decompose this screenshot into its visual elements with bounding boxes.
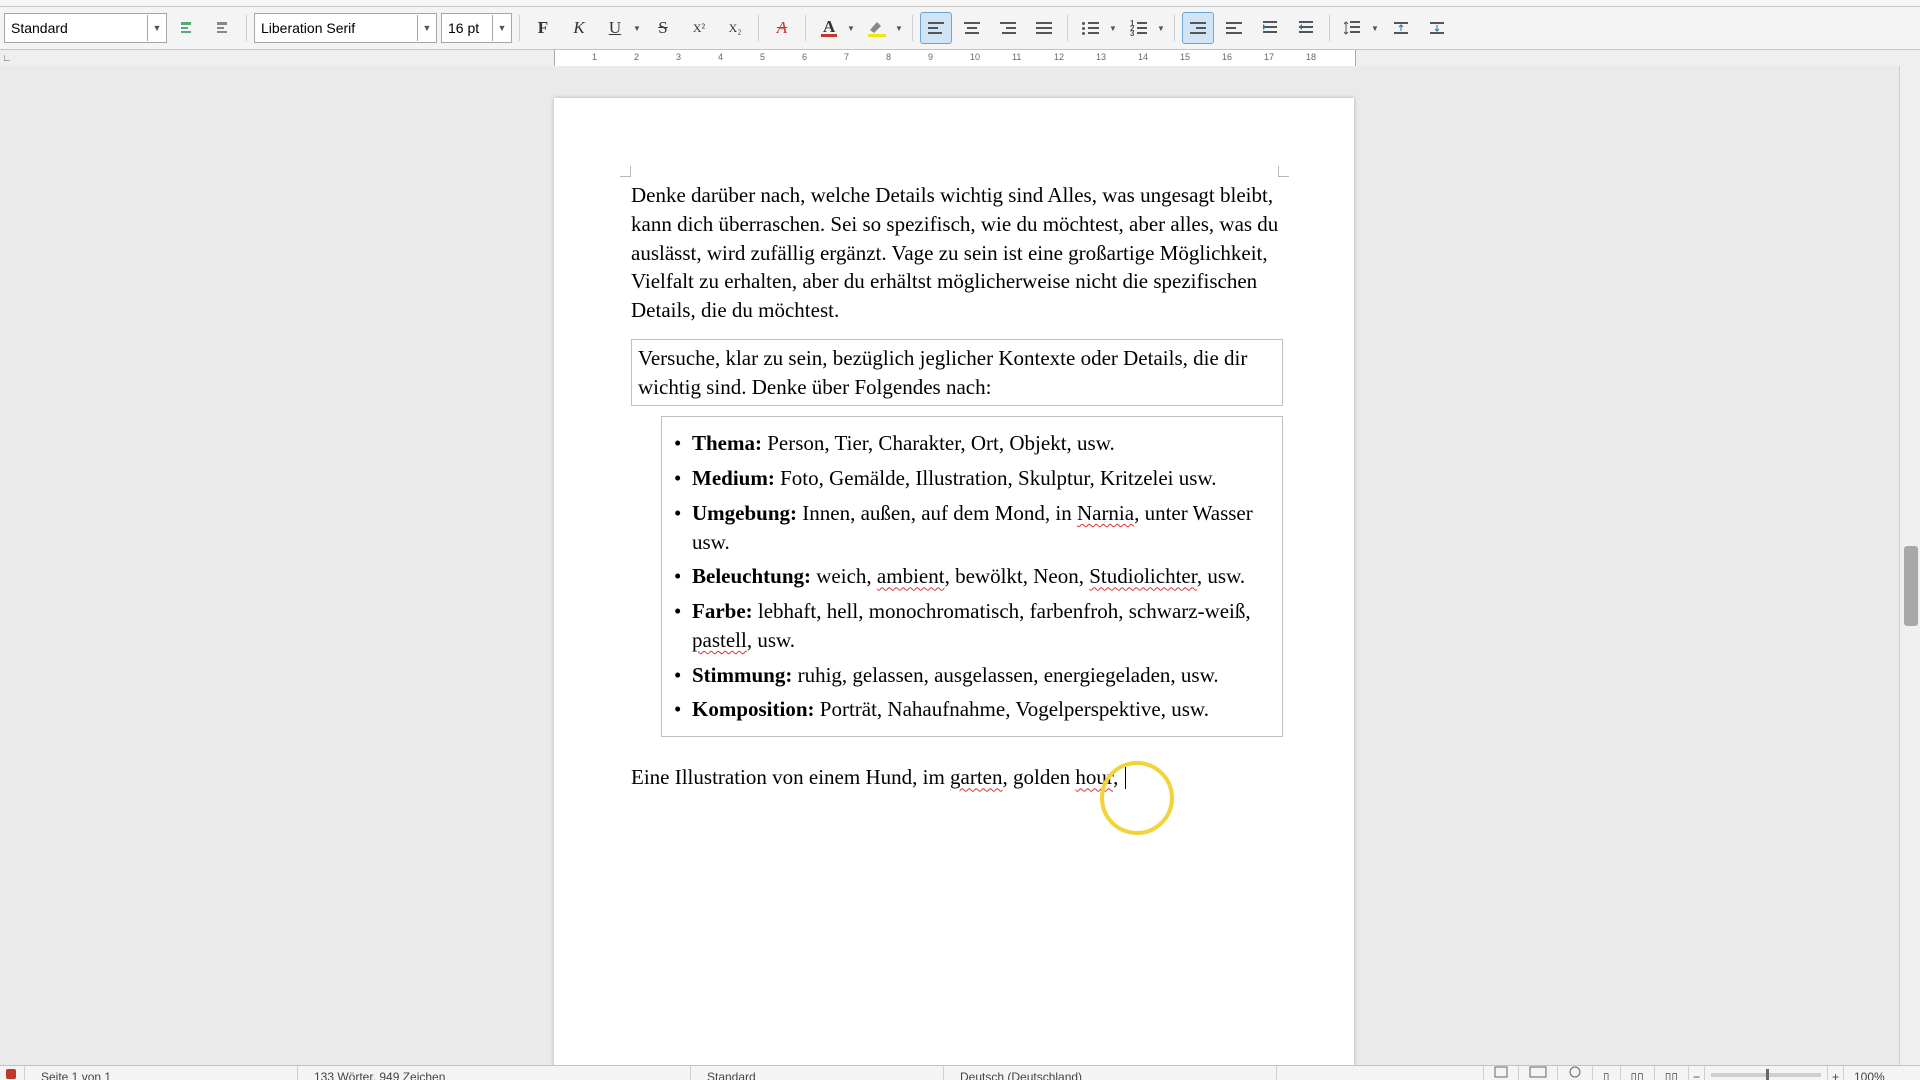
text-run: , golden xyxy=(1003,765,1076,789)
status-words[interactable]: 133 Wörter, 949 Zeichen xyxy=(298,1066,691,1080)
font-size-input[interactable] xyxy=(442,15,492,41)
subscript-button[interactable]: X₂ xyxy=(719,12,751,44)
increase-spacing-button[interactable] xyxy=(1385,12,1417,44)
text-run: , xyxy=(1113,765,1124,789)
spellcheck-word[interactable]: garten xyxy=(950,765,1002,789)
font-size-combo[interactable]: ▼ xyxy=(441,13,512,43)
new-style-icon[interactable] xyxy=(207,12,239,44)
font-color-button[interactable]: A xyxy=(813,12,845,44)
zoom-in-button[interactable]: + xyxy=(1827,1066,1843,1080)
paragraph[interactable]: Denke darüber nach, welche Details wicht… xyxy=(631,181,1283,325)
separator xyxy=(1174,15,1175,41)
align-center-button[interactable] xyxy=(956,12,988,44)
zoom-out-button[interactable]: − xyxy=(1688,1066,1704,1080)
clear-formatting-button[interactable]: A xyxy=(766,12,798,44)
paragraph[interactable]: Versuche, klar zu sein, bezüglich jeglic… xyxy=(638,346,1247,399)
font-name-combo[interactable]: ▼ xyxy=(254,13,437,43)
vertical-scrollbar[interactable] xyxy=(1899,66,1920,1066)
separator xyxy=(1067,15,1068,41)
text-cursor xyxy=(1125,767,1126,789)
font-name-input[interactable] xyxy=(255,15,417,41)
update-style-icon[interactable] xyxy=(171,12,203,44)
chevron-down-icon[interactable]: ▼ xyxy=(1107,13,1119,43)
bullet-list-button[interactable] xyxy=(1075,12,1107,44)
separator xyxy=(912,15,913,41)
highlight-color-button[interactable] xyxy=(861,12,893,44)
ruler-corner-icon: ∟ xyxy=(2,53,12,64)
view-book-icon[interactable]: ▯▯ xyxy=(1654,1066,1688,1080)
modified-indicator-icon[interactable] xyxy=(6,1069,16,1079)
chevron-down-icon[interactable]: ▼ xyxy=(492,15,511,41)
list-item[interactable]: Beleuchtung: weich, ambient, bewölkt, Ne… xyxy=(670,562,1268,591)
separator xyxy=(758,15,759,41)
document-workspace: Denke darüber nach, welche Details wicht… xyxy=(0,66,1920,1066)
chevron-down-icon[interactable]: ▼ xyxy=(631,13,643,43)
margin-marker xyxy=(620,166,631,177)
formatting-toolbar: ▼ ▼ ▼ F K U ▼ S X² X₂ A A ▼ ▼ xyxy=(0,7,1920,50)
chevron-down-icon[interactable]: ▼ xyxy=(147,15,166,41)
italic-button[interactable]: K xyxy=(563,12,595,44)
zoom-slider[interactable] xyxy=(1711,1073,1821,1077)
chevron-down-icon[interactable]: ▼ xyxy=(1155,13,1167,43)
scrollbar-thumb[interactable] xyxy=(1904,546,1918,626)
superscript-button[interactable]: X² xyxy=(683,12,715,44)
view-single-page-icon[interactable]: ▯ xyxy=(1592,1066,1620,1080)
list-item[interactable]: Komposition: Porträt, Nahaufnahme, Vogel… xyxy=(670,695,1268,724)
numbered-list-button[interactable]: 123 xyxy=(1123,12,1155,44)
line-spacing-button[interactable] xyxy=(1337,12,1369,44)
paragraph-style-combo[interactable]: ▼ xyxy=(4,13,167,43)
decrease-para-indent-button[interactable] xyxy=(1290,12,1322,44)
increase-indent-button[interactable] xyxy=(1182,12,1214,44)
status-style[interactable]: Standard xyxy=(691,1066,944,1080)
list-item[interactable]: Stimmung: ruhig, gelassen, ausgelassen, … xyxy=(670,661,1268,690)
separator xyxy=(805,15,806,41)
underline-button[interactable]: U xyxy=(599,12,631,44)
align-left-button[interactable] xyxy=(920,12,952,44)
chevron-down-icon[interactable]: ▼ xyxy=(1369,13,1381,43)
list-item[interactable]: Thema: Person, Tier, Charakter, Ort, Obj… xyxy=(670,429,1268,458)
toolbar-standard-row xyxy=(0,0,1920,7)
selection-mode-icon[interactable] xyxy=(1518,1066,1557,1080)
list-frame[interactable]: Thema: Person, Tier, Charakter, Ort, Obj… xyxy=(661,416,1283,737)
list-item[interactable]: Umgebung: Innen, außen, auf dem Mond, in… xyxy=(670,499,1268,557)
paragraph-style-input[interactable] xyxy=(5,15,147,41)
insert-mode-icon[interactable] xyxy=(1483,1066,1518,1080)
separator xyxy=(519,15,520,41)
status-page[interactable]: Seite 1 von 1 xyxy=(25,1066,298,1080)
bold-button[interactable]: F xyxy=(527,12,559,44)
zoom-slider-knob[interactable] xyxy=(1766,1069,1769,1080)
text-frame[interactable]: Versuche, klar zu sein, bezüglich jeglic… xyxy=(631,339,1283,407)
strikethrough-button[interactable]: S xyxy=(647,12,679,44)
paragraph[interactable]: Eine Illustration von einem Hund, im gar… xyxy=(631,763,1283,792)
list-item[interactable]: Medium: Foto, Gemälde, Illustration, Sku… xyxy=(670,464,1268,493)
list-item[interactable]: Farbe: lebhaft, hell, monochromatisch, f… xyxy=(670,597,1268,655)
align-right-button[interactable] xyxy=(992,12,1024,44)
spellcheck-word[interactable]: hour xyxy=(1075,765,1113,789)
signature-icon[interactable] xyxy=(1557,1066,1592,1080)
separator xyxy=(1329,15,1330,41)
document-body[interactable]: Denke darüber nach, welche Details wicht… xyxy=(631,181,1283,806)
margin-marker xyxy=(1278,166,1289,177)
chevron-down-icon[interactable]: ▼ xyxy=(893,13,905,43)
zoom-percent[interactable]: 100% xyxy=(1843,1066,1920,1080)
separator xyxy=(246,15,247,41)
align-justify-button[interactable] xyxy=(1028,12,1060,44)
status-bar: Seite 1 von 1 133 Wörter, 949 Zeichen St… xyxy=(0,1065,1920,1080)
chevron-down-icon[interactable]: ▼ xyxy=(417,15,436,41)
chevron-down-icon[interactable]: ▼ xyxy=(845,13,857,43)
decrease-spacing-button[interactable] xyxy=(1421,12,1453,44)
text-run: Eine Illustration von einem Hund, im xyxy=(631,765,950,789)
increase-para-indent-button[interactable] xyxy=(1254,12,1286,44)
view-multi-page-icon[interactable]: ▯▯ xyxy=(1620,1066,1654,1080)
status-language[interactable]: Deutsch (Deutschland) xyxy=(944,1066,1277,1080)
decrease-indent-button[interactable] xyxy=(1218,12,1250,44)
